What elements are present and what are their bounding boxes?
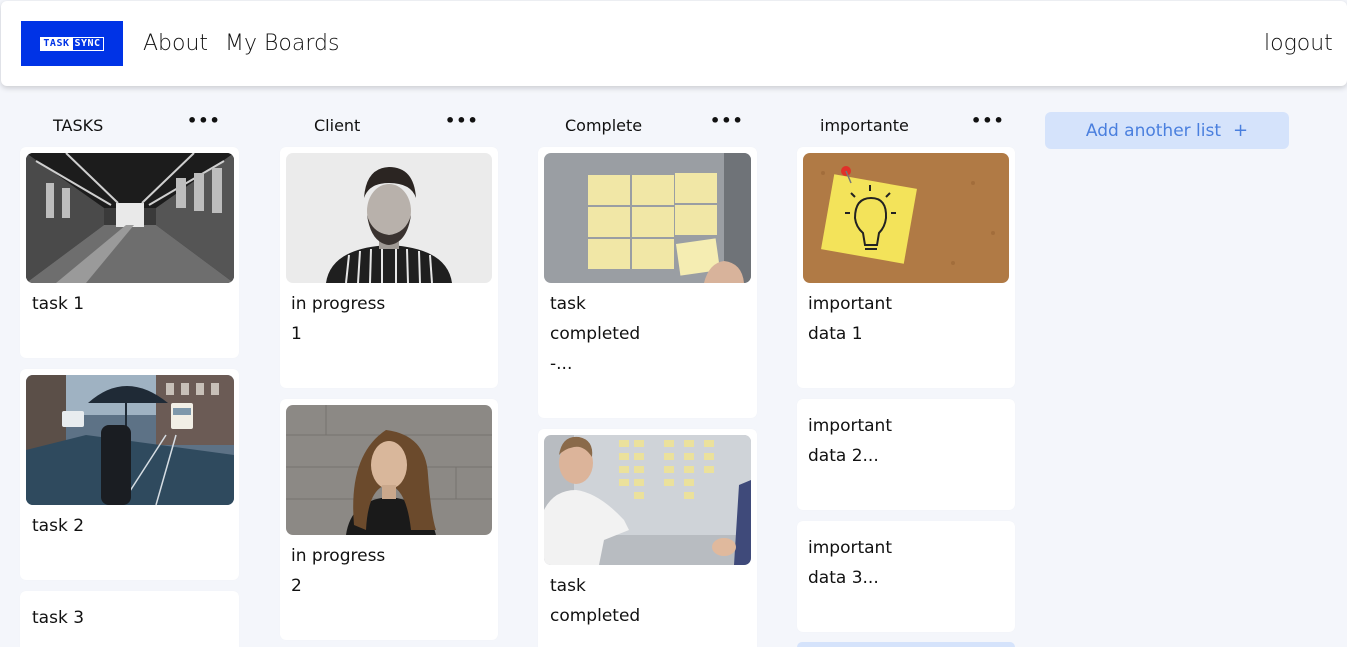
card-title: task 3 <box>32 608 85 628</box>
card-task-1[interactable]: task 1 <box>20 147 239 358</box>
card-title: in progress <box>291 294 386 314</box>
tasksync-logo[interactable]: TASK SYNC <box>21 21 123 66</box>
logo-text-task: TASK <box>40 36 73 51</box>
add-another-list-button[interactable]: Add another list + <box>1045 112 1289 149</box>
card-title: important <box>808 538 892 558</box>
card-subtitle: data 3... <box>808 568 879 588</box>
list-title-tasks[interactable]: TASKS <box>53 116 103 135</box>
card-important-2[interactable]: important data 2... <box>797 399 1015 510</box>
sticky-notes-wall-photo <box>544 153 751 283</box>
card-subtitle: data 1 <box>808 324 863 344</box>
logout-link[interactable]: logout <box>1264 31 1333 56</box>
card-subtitle: completed <box>550 606 641 626</box>
card-title: task 2 <box>32 516 85 536</box>
list-menu-dots-icon[interactable]: ••• <box>710 111 744 130</box>
card-important-1[interactable]: important data 1 <box>797 147 1015 388</box>
top-navbar: TASK SYNC About My Boards logout <box>1 1 1347 86</box>
add-card-button[interactable] <box>797 642 1015 647</box>
card-in-progress-2[interactable]: in progress 2 <box>280 399 498 640</box>
add-list-label: Add another list <box>1085 120 1222 141</box>
card-task-2[interactable]: task 2 <box>20 369 239 580</box>
plus-icon: + <box>1233 120 1249 141</box>
card-title: task <box>550 576 586 596</box>
card-title: important <box>808 416 892 436</box>
list-menu-dots-icon[interactable]: ••• <box>187 111 221 130</box>
whiteboard-team-photo <box>544 435 751 565</box>
man-portrait-photo <box>286 153 492 283</box>
card-title: task <box>550 294 586 314</box>
list-title-client[interactable]: Client <box>314 116 360 135</box>
card-important-3[interactable]: important data 3... <box>797 521 1015 632</box>
umbrella-street-photo <box>26 375 234 505</box>
abandoned-factory-photo <box>26 153 234 283</box>
card-description: -... <box>550 354 573 374</box>
list-title-importante[interactable]: importante <box>820 116 909 135</box>
card-task-completed-1[interactable]: task completed -... <box>538 147 757 418</box>
card-subtitle: completed <box>550 324 641 344</box>
card-in-progress-1[interactable]: in progress 1 <box>280 147 498 388</box>
card-subtitle: 2 <box>291 576 302 596</box>
card-subtitle: data 2... <box>808 446 879 466</box>
card-title: task 1 <box>32 294 85 314</box>
lightbulb-note-photo <box>803 153 1009 283</box>
card-task-completed-2[interactable]: task completed <box>538 429 757 647</box>
card-subtitle: 1 <box>291 324 302 344</box>
list-title-complete[interactable]: Complete <box>565 116 642 135</box>
woman-portrait-photo <box>286 405 492 535</box>
card-title: important <box>808 294 892 314</box>
logo-text-sync: SYNC <box>72 36 104 51</box>
card-title: in progress <box>291 546 386 566</box>
nav-about-link[interactable]: About <box>143 31 208 56</box>
list-menu-dots-icon[interactable]: ••• <box>971 111 1005 130</box>
card-task-3[interactable]: task 3 <box>20 591 239 647</box>
list-menu-dots-icon[interactable]: ••• <box>445 111 479 130</box>
nav-my-boards-link[interactable]: My Boards <box>225 31 339 56</box>
